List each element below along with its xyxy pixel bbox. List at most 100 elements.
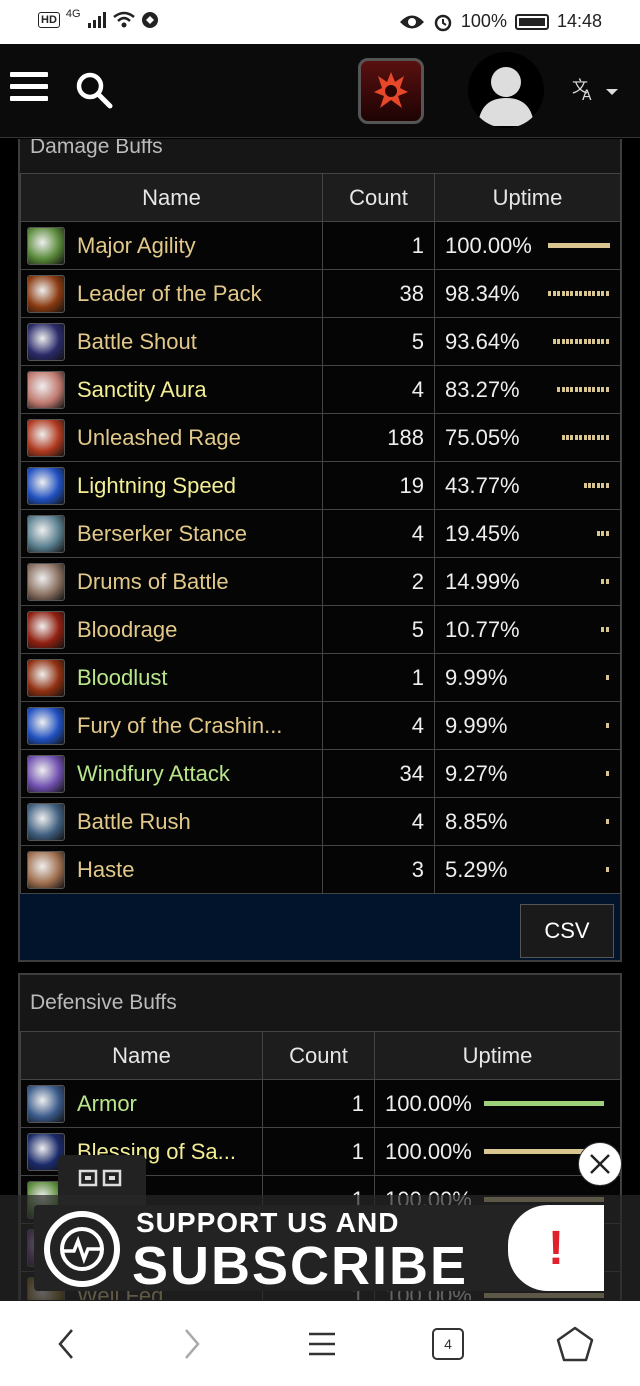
table-row[interactable]: Unleashed Rage 188 75.05%	[20, 413, 621, 462]
buff-name[interactable]: Battle Shout	[77, 329, 197, 355]
name-cell: Armor	[20, 1079, 263, 1128]
tabs-count: 4	[432, 1328, 464, 1360]
buff-name[interactable]: Berserker Stance	[77, 521, 247, 547]
name-cell: Major Agility	[20, 221, 323, 270]
name-cell: Haste	[20, 845, 323, 894]
col-name-header[interactable]: Name	[20, 173, 323, 222]
uptime-bar	[483, 1101, 604, 1106]
table-row[interactable]: Sanctity Aura 4 83.27%	[20, 365, 621, 414]
table-row[interactable]: Drums of Battle 2 14.99%	[20, 557, 621, 606]
table-row[interactable]: Fury of the Crashin... 4 9.99%	[20, 701, 621, 750]
buff-icon	[27, 1084, 65, 1123]
buff-name[interactable]: Sanctity Aura	[77, 377, 207, 403]
uptime-value: 9.99%	[445, 712, 508, 738]
buff-icon	[27, 658, 65, 697]
uptime-value: 83.27%	[445, 376, 520, 402]
count-cell: 2	[322, 557, 435, 606]
count-cell: 188	[322, 413, 435, 462]
uptime-value: 98.34%	[445, 280, 520, 306]
count-cell: 1	[262, 1127, 375, 1176]
uptime-value: 100.00%	[385, 1138, 472, 1164]
col-uptime-header[interactable]: Uptime	[374, 1031, 621, 1080]
buff-icon	[27, 706, 65, 745]
uptime-bar	[548, 435, 610, 440]
buff-name[interactable]: Fury of the Crashin...	[77, 713, 282, 739]
table-row[interactable]: Battle Shout 5 93.64%	[20, 317, 621, 366]
ad-content[interactable]: SUPPORT US AND SUBSCRIBE !	[34, 1205, 604, 1296]
table-row[interactable]: Lightning Speed 19 43.77%	[20, 461, 621, 510]
search-icon[interactable]	[74, 70, 114, 110]
translate-icon[interactable]: 文A	[572, 74, 620, 110]
count-cell: 5	[322, 317, 435, 366]
uptime-bar	[548, 771, 610, 776]
buff-name[interactable]: Haste	[77, 857, 134, 883]
tabs-button[interactable]: 4	[430, 1323, 466, 1365]
battery-percent: 100%	[460, 11, 507, 31]
uptime-bar	[548, 675, 610, 680]
table-row[interactable]: Armor 1 100.00%	[20, 1079, 621, 1128]
buff-name[interactable]: Drums of Battle	[77, 569, 229, 595]
buff-icon	[27, 322, 65, 361]
uptime-cell: 9.27%	[434, 749, 621, 798]
menu-icon[interactable]	[302, 1323, 342, 1365]
buff-icon	[27, 514, 65, 553]
close-icon[interactable]	[578, 1142, 622, 1186]
uptime-bar	[548, 531, 610, 536]
uptime-cell: 14.99%	[434, 557, 621, 606]
col-count-header[interactable]: Count	[322, 173, 435, 222]
table-row[interactable]: Berserker Stance 4 19.45%	[20, 509, 621, 558]
count-cell: 19	[322, 461, 435, 510]
uptime-value: 14.99%	[445, 568, 520, 594]
status-bar: HD 4G 100% 14:48	[0, 0, 640, 44]
damage-buffs-panel: Damage Buffs Name Count Uptime Major Agi…	[18, 139, 622, 962]
col-name-header[interactable]: Name	[20, 1031, 263, 1080]
uptime-value: 8.85%	[445, 808, 508, 834]
uptime-cell: 98.34%	[434, 269, 621, 318]
col-uptime-header[interactable]: Uptime	[434, 173, 621, 222]
hd-icon: HD	[38, 12, 60, 28]
uptime-value: 43.77%	[445, 472, 520, 498]
table-row[interactable]: Leader of the Pack 38 98.34%	[20, 269, 621, 318]
forward-icon[interactable]	[172, 1323, 212, 1365]
name-cell: Battle Shout	[20, 317, 323, 366]
buff-name[interactable]: Battle Rush	[77, 809, 191, 835]
buff-name[interactable]: Bloodlust	[77, 665, 168, 691]
name-cell: Unleashed Rage	[20, 413, 323, 462]
count-cell: 1	[322, 221, 435, 270]
user-avatar-icon[interactable]	[468, 52, 544, 128]
svg-text:A: A	[582, 88, 592, 104]
buff-name[interactable]: Major Agility	[77, 233, 196, 259]
buff-name[interactable]: Bloodrage	[77, 617, 177, 643]
name-cell: Lightning Speed	[20, 461, 323, 510]
uptime-value: 5.29%	[445, 856, 508, 882]
buff-name[interactable]: Armor	[77, 1091, 137, 1117]
buff-name[interactable]: Windfury Attack	[77, 761, 230, 787]
count-cell: 4	[322, 509, 435, 558]
ad-banner[interactable]: SUPPORT US AND SUBSCRIBE !	[0, 1195, 640, 1301]
clock: 14:48	[556, 11, 602, 31]
table-row[interactable]: Major Agility 1 100.00%	[20, 221, 621, 270]
uptime-value: 10.77%	[445, 616, 520, 642]
count-cell: 4	[322, 365, 435, 414]
hamburger-menu-icon[interactable]	[10, 72, 48, 106]
table-row[interactable]: Bloodrage 5 10.77%	[20, 605, 621, 654]
buff-icon	[27, 802, 65, 841]
buff-name[interactable]: Lightning Speed	[77, 473, 236, 499]
main-content[interactable]: Damage Buffs Name Count Uptime Major Agi…	[0, 139, 640, 1300]
table-row[interactable]: Battle Rush 4 8.85%	[20, 797, 621, 846]
back-icon[interactable]	[46, 1323, 86, 1365]
uptime-value: 93.64%	[445, 328, 520, 354]
uptime-value: 19.45%	[445, 520, 520, 546]
table-row[interactable]: Bloodlust 1 9.99%	[20, 653, 621, 702]
table-row[interactable]: Haste 3 5.29%	[20, 845, 621, 894]
uptime-value: 100.00%	[385, 1090, 472, 1116]
horde-logo-icon[interactable]	[358, 58, 424, 124]
buff-name[interactable]: Unleashed Rage	[77, 425, 241, 451]
uptime-value: 100.00%	[445, 232, 532, 258]
home-icon[interactable]	[554, 1323, 596, 1365]
uptime-cell: 10.77%	[434, 605, 621, 654]
csv-button[interactable]: CSV	[520, 904, 614, 958]
table-row[interactable]: Windfury Attack 34 9.27%	[20, 749, 621, 798]
buff-name[interactable]: Leader of the Pack	[77, 281, 262, 307]
col-count-header[interactable]: Count	[262, 1031, 375, 1080]
